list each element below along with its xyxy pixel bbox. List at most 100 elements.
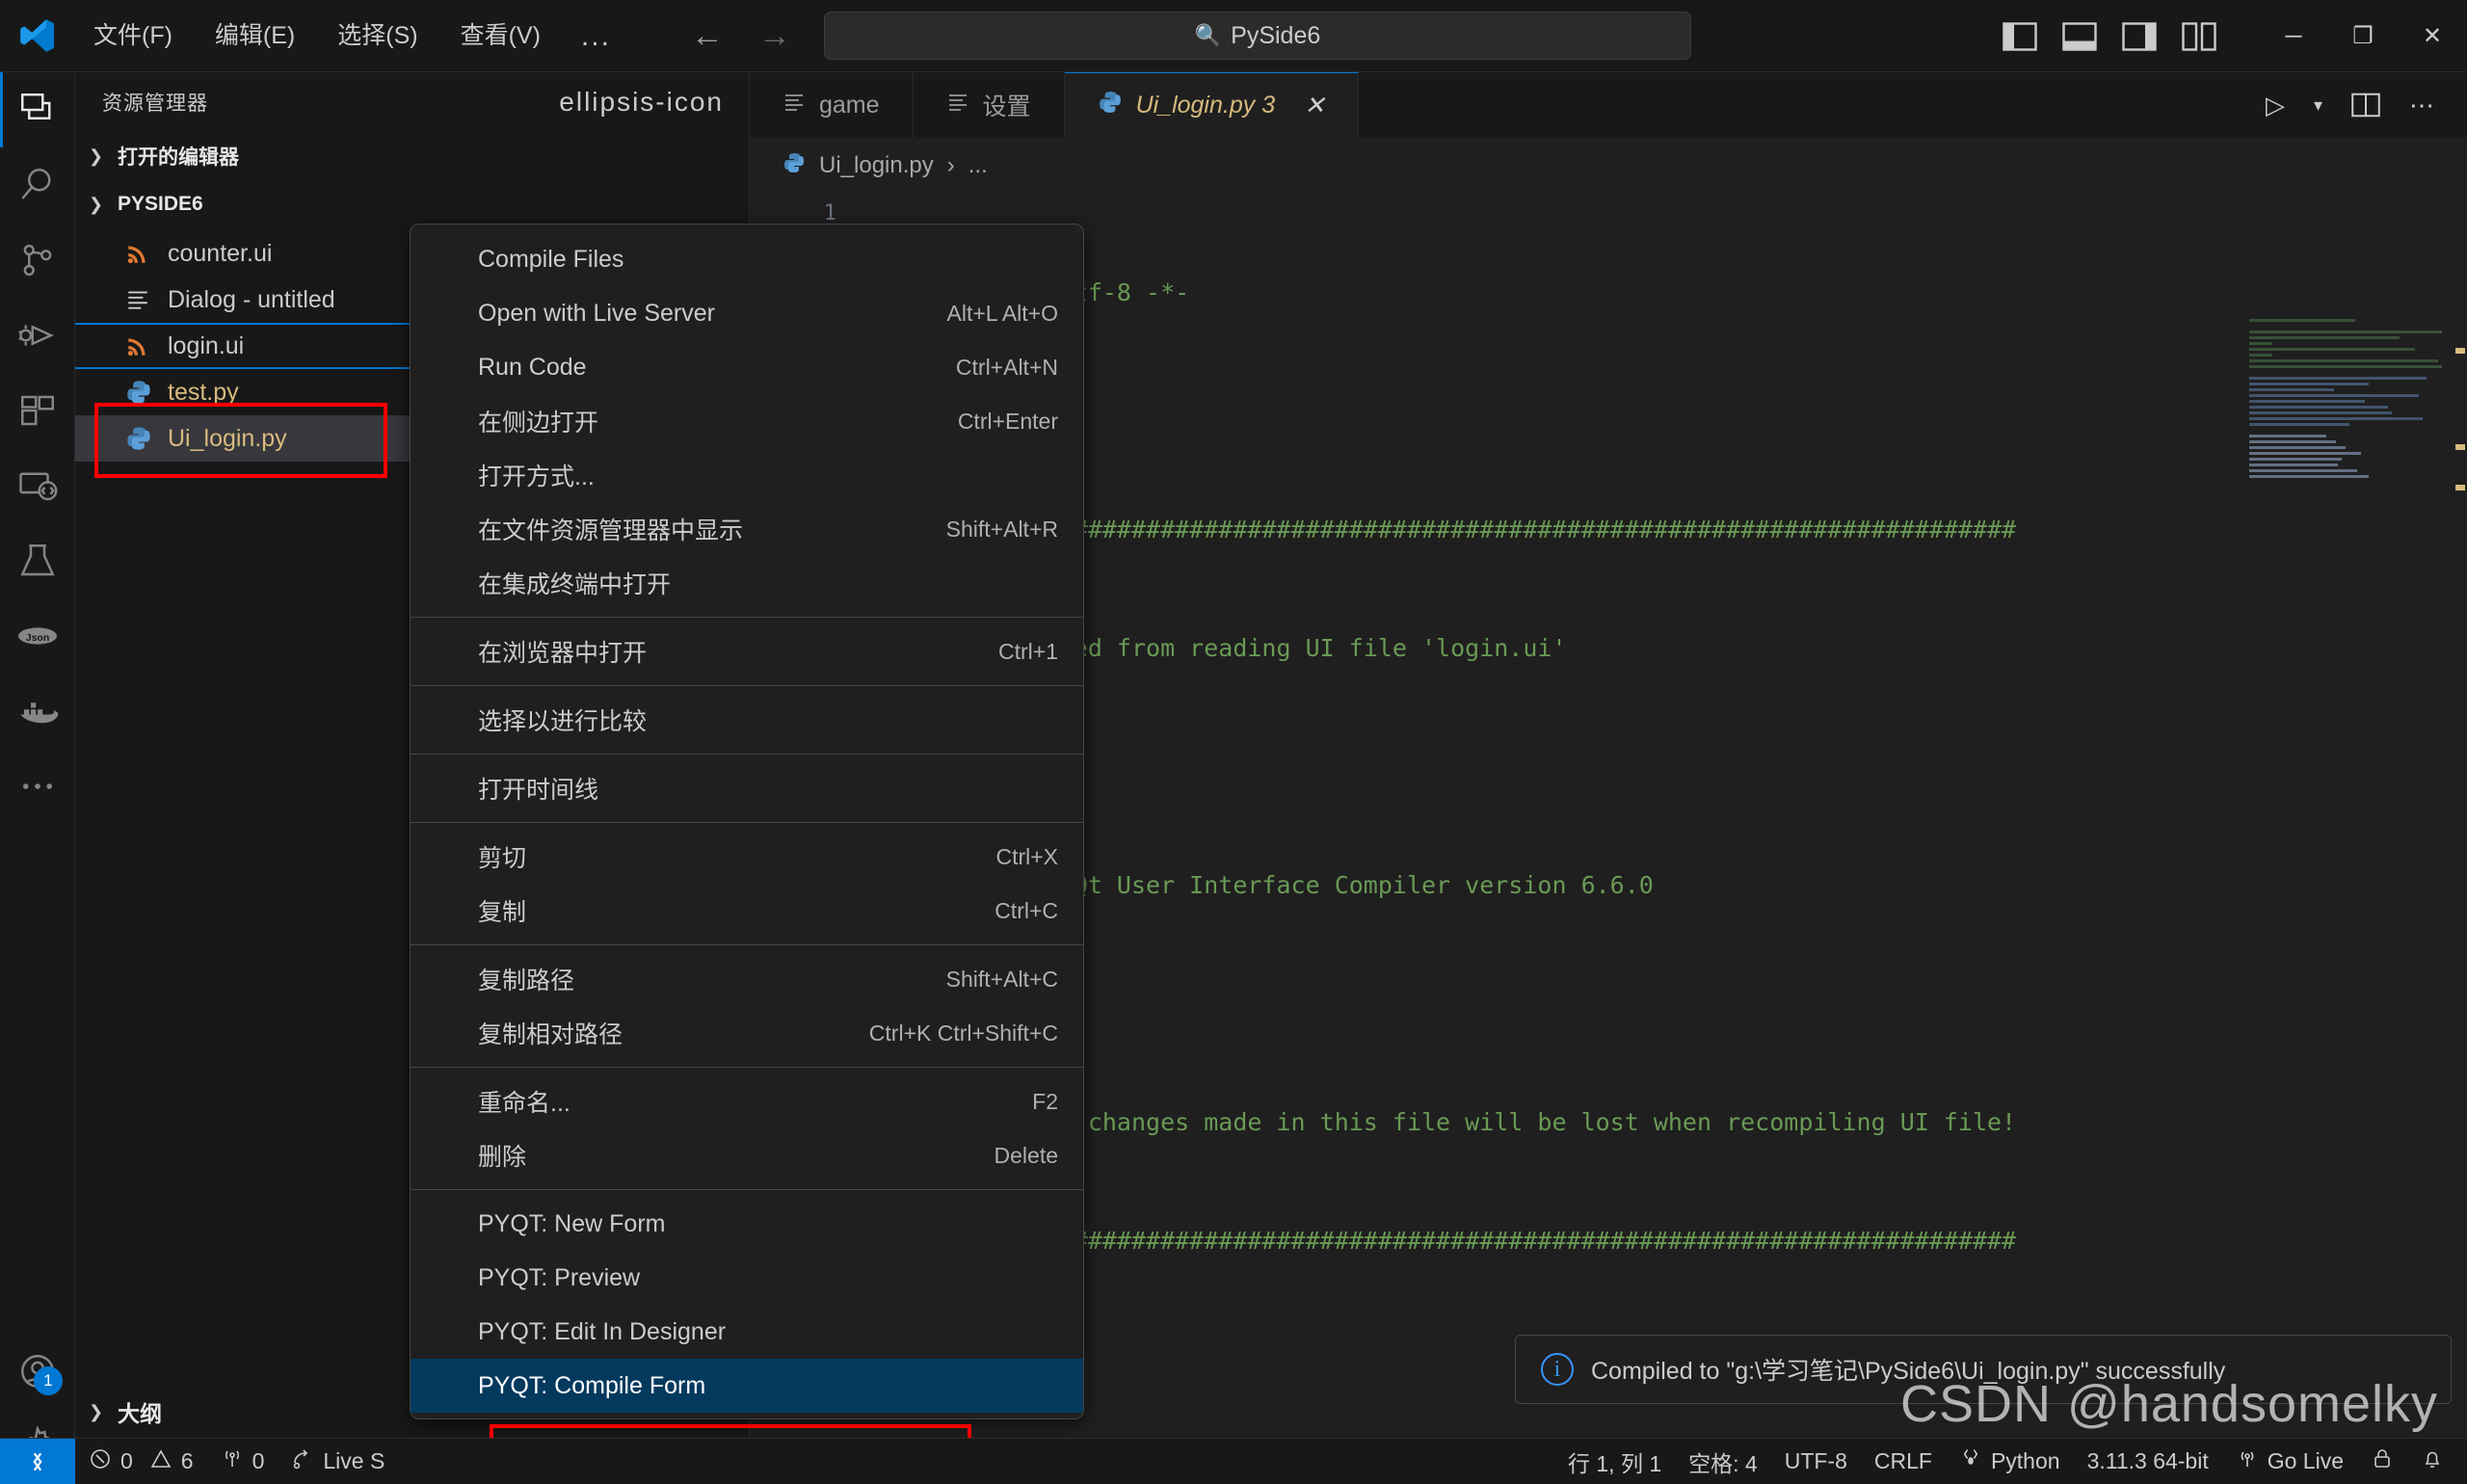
menu-item-open-to-the-side[interactable]: 在侧边打开 Ctrl+Enter xyxy=(411,394,1083,448)
breadcrumb-file[interactable]: Ui_login.py xyxy=(819,152,934,179)
search-icon: 🔍 xyxy=(1194,23,1222,47)
minimize-button[interactable]: ─ xyxy=(2259,0,2328,72)
ports-count: 0 xyxy=(252,1448,265,1473)
layout-toggles xyxy=(2003,21,2216,51)
status-problems[interactable]: 0 6 xyxy=(75,1439,207,1484)
menu-item-open-with-live-server[interactable]: Open with Live Server Alt+L Alt+O xyxy=(411,286,1083,340)
status-bar-right: 行 1, 列 1 空格: 4 UTF-8 CRLF Python 3.11.3 … xyxy=(1554,1439,2467,1484)
menu-item-rename[interactable]: 重命名... F2 xyxy=(411,1074,1083,1128)
tab-ui-login-py[interactable]: Ui_login.py 3 ✕ xyxy=(1064,72,1359,138)
menu-edit[interactable]: 编辑(E) xyxy=(194,0,316,72)
sidebar-more-icon[interactable]: ellipsis-icon xyxy=(559,87,724,118)
activity-explorer[interactable] xyxy=(0,72,75,147)
menu-item-copy-relative-path[interactable]: 复制相对路径 Ctrl+K Ctrl+Shift+C xyxy=(411,1006,1083,1060)
menu-item-cut[interactable]: 剪切 Ctrl+X xyxy=(411,830,1083,884)
bell-icon xyxy=(2421,1447,2444,1476)
list-icon xyxy=(946,91,969,120)
menu-item-select-for-compare[interactable]: 选择以进行比较 xyxy=(411,693,1083,747)
split-editor-icon[interactable] xyxy=(2351,93,2380,118)
toggle-panel-icon[interactable] xyxy=(2062,21,2097,51)
close-button[interactable]: ✕ xyxy=(2398,0,2467,72)
activity-search[interactable] xyxy=(0,147,75,223)
status-eol[interactable]: CRLF xyxy=(1861,1439,1946,1484)
breadcrumb-rest[interactable]: ... xyxy=(968,152,988,179)
toggle-secondary-sidebar-icon[interactable] xyxy=(2122,21,2157,51)
menu-item-label: PYQT: Preview xyxy=(478,1263,641,1291)
menu-item-compile-files[interactable]: Compile Files xyxy=(411,232,1083,286)
sidebar-section-pyside6[interactable]: ❯ PYSIDE6 xyxy=(75,180,749,228)
notification-toast[interactable]: i Compiled to "g:\学习笔记\PySide6\Ui_login.… xyxy=(1515,1335,2452,1404)
menu-item-run-code[interactable]: Run Code Ctrl+Alt+N xyxy=(411,340,1083,394)
menu-item-label: PYQT: Edit In Designer xyxy=(478,1317,727,1345)
status-live-share[interactable]: Live S xyxy=(278,1439,398,1484)
menu-item-copy[interactable]: 复制 Ctrl+C xyxy=(411,884,1083,938)
menu-item-label: 重命名... xyxy=(478,1090,570,1117)
menu-item-open-timeline[interactable]: 打开时间线 xyxy=(411,761,1083,815)
menu-item-delete[interactable]: 删除 Delete xyxy=(411,1128,1083,1182)
live-share-icon xyxy=(291,1447,314,1476)
tab-game[interactable]: game xyxy=(750,72,914,138)
activity-remote-explorer[interactable] xyxy=(0,448,75,523)
activity-source-control[interactable] xyxy=(0,223,75,298)
menu-select[interactable]: 选择(S) xyxy=(316,0,438,72)
sidebar-section-open-editors[interactable]: ❯ 打开的编辑器 xyxy=(75,132,749,180)
activity-run-debug[interactable] xyxy=(0,298,75,373)
menu-item-label: 在浏览器中打开 xyxy=(478,640,648,667)
chevron-down-icon[interactable]: ▾ xyxy=(2314,95,2322,116)
forward-arrow-icon[interactable]: → xyxy=(756,17,794,55)
close-icon[interactable]: ✕ xyxy=(1304,91,1325,120)
status-remote-tunnel[interactable] xyxy=(2357,1439,2407,1484)
menu-item-open-in-browser[interactable]: 在浏览器中打开 Ctrl+1 xyxy=(411,624,1083,678)
menu-item-reveal-in-file-explorer[interactable]: 在文件资源管理器中显示 Shift+Alt+R xyxy=(411,502,1083,556)
status-remote-host[interactable] xyxy=(0,1438,75,1484)
back-arrow-icon[interactable]: ← xyxy=(688,17,727,55)
activity-docker[interactable] xyxy=(0,674,75,749)
tab-settings[interactable]: 设置 xyxy=(913,72,1065,138)
menu-item-open-in-integrated-terminal[interactable]: 在集成终端中打开 xyxy=(411,556,1083,610)
file-context-menu: Compile Files Open with Live Server Alt+… xyxy=(410,224,1084,1419)
maximize-button[interactable]: ❐ xyxy=(2328,0,2398,72)
file-name: login.ui xyxy=(168,331,245,359)
menu-item-pyqt-edit-in-designer[interactable]: PYQT: Edit In Designer xyxy=(411,1305,1083,1359)
command-search-bar[interactable]: 🔍 PySide6 xyxy=(824,12,1691,60)
menu-separator xyxy=(411,754,1083,755)
status-python-interpreter[interactable]: 3.11.3 64-bit xyxy=(2074,1439,2222,1484)
run-python-file-icon[interactable]: ▷ xyxy=(2266,91,2285,120)
menu-view[interactable]: 查看(V) xyxy=(439,0,562,72)
menu-item-copy-path[interactable]: 复制路径 Shift+Alt+C xyxy=(411,952,1083,1006)
menu-more[interactable]: ... xyxy=(562,0,630,72)
menu-item-pyqt-compile-form[interactable]: PYQT: Compile Form xyxy=(411,1359,1083,1413)
status-encoding[interactable]: UTF-8 xyxy=(1771,1439,1861,1484)
status-bar: 0 6 0 Live S 行 1, 列 1 空格: 4 UTF-8 CRLF P… xyxy=(0,1438,2467,1484)
activity-extensions[interactable] xyxy=(0,373,75,448)
menu-item-label: 删除 xyxy=(478,1144,527,1171)
customize-layout-icon[interactable] xyxy=(2182,21,2216,51)
section-label: 打开的编辑器 xyxy=(118,146,239,169)
menu-separator xyxy=(411,685,1083,686)
activity-more[interactable] xyxy=(0,749,75,824)
more-actions-icon[interactable]: ⋯ xyxy=(2409,91,2434,120)
toggle-primary-sidebar-icon[interactable] xyxy=(2003,21,2037,51)
menu-item-pyqt-new-form[interactable]: PYQT: New Form xyxy=(411,1197,1083,1251)
python-icon xyxy=(125,425,168,452)
status-cursor-position[interactable]: 行 1, 列 1 xyxy=(1554,1439,1675,1484)
status-go-live[interactable]: Go Live xyxy=(2222,1439,2357,1484)
menu-item-label: 复制路径 xyxy=(478,967,575,994)
minimap-scrollbar[interactable] xyxy=(2454,319,2467,608)
menu-file[interactable]: 文件(F) xyxy=(72,0,194,72)
activity-testing[interactable] xyxy=(0,523,75,598)
activity-json[interactable]: Json xyxy=(0,598,75,674)
menu-item-pyqt-preview[interactable]: PYQT: Preview xyxy=(411,1251,1083,1305)
status-language-mode[interactable]: Python xyxy=(1946,1439,2074,1484)
menu-item-open-with[interactable]: 打开方式... xyxy=(411,448,1083,502)
status-ports[interactable]: 0 xyxy=(207,1439,279,1484)
status-indentation[interactable]: 空格: 4 xyxy=(1675,1439,1771,1484)
minimap[interactable] xyxy=(2249,319,2442,608)
status-notifications[interactable] xyxy=(2407,1439,2457,1484)
python-icon xyxy=(783,151,806,181)
activity-accounts[interactable]: 1 xyxy=(0,1334,75,1409)
file-name: test.py xyxy=(168,378,239,406)
language-label: Python xyxy=(1990,1448,2060,1473)
ui-file-icon xyxy=(125,241,168,266)
warning-icon xyxy=(149,1447,172,1476)
